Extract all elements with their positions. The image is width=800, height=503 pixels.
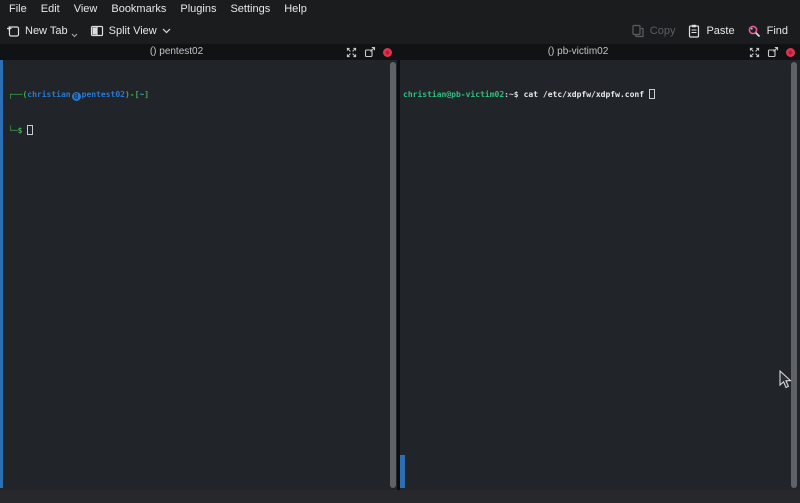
copy-label: Copy xyxy=(650,25,676,37)
window-bottom-edge xyxy=(0,490,800,503)
pane-title: () pentest02 xyxy=(0,44,353,60)
menu-file[interactable]: File xyxy=(2,0,34,18)
paste-clipboard-icon xyxy=(687,24,701,38)
magnifying-glass-icon xyxy=(747,24,762,39)
close-split-button[interactable] xyxy=(786,48,795,57)
new-output-highlight-bar xyxy=(0,60,3,488)
mouse-pointer-icon xyxy=(779,370,792,389)
menu-bookmarks[interactable]: Bookmarks xyxy=(104,0,173,18)
expand-split-icon[interactable] xyxy=(346,47,357,58)
prompt-user: christian xyxy=(27,90,70,99)
terminal-pane-pentest02[interactable]: ┌──(christian@pentest02)-[~] └─$ xyxy=(0,60,397,490)
new-tab-label: New Tab xyxy=(25,25,68,37)
menu-plugins[interactable]: Plugins xyxy=(173,0,223,18)
find-button[interactable]: Find xyxy=(741,20,794,42)
copy-icon xyxy=(631,24,645,38)
paste-button[interactable]: Paste xyxy=(681,20,740,42)
menu-bar: File Edit View Bookmarks Plugins Setting… xyxy=(0,0,800,18)
prompt-dollar: └─$ xyxy=(8,126,22,135)
copy-button[interactable]: Copy xyxy=(625,20,682,42)
typed-command: cat /etc/xdpfw/xdpfw.conf xyxy=(524,90,644,99)
split-view-label: Split View xyxy=(109,25,157,37)
pane-header-actions xyxy=(749,44,795,60)
new-output-highlight-bar xyxy=(400,455,405,488)
menu-edit[interactable]: Edit xyxy=(34,0,67,18)
terminal-text: christian@pb-victim02:~$ cat /etc/xdpfw/x… xyxy=(403,65,655,125)
terminal-pane-pb-victim02[interactable]: christian@pb-victim02:~$ cat /etc/xdpfw/x… xyxy=(400,60,800,490)
pane-header-pb-victim02[interactable]: () pb-victim02 xyxy=(400,44,800,60)
circled-at-symbol: @ xyxy=(72,92,81,101)
split-view-button[interactable]: Split View xyxy=(84,20,177,42)
toolbar-right-group: Copy Paste Find xyxy=(625,20,800,42)
scrollbar[interactable] xyxy=(390,62,396,488)
close-split-button[interactable] xyxy=(383,48,392,57)
menu-view[interactable]: View xyxy=(67,0,105,18)
terminal-split-area: ┌──(christian@pentest02)-[~] └─$ christi… xyxy=(0,60,800,490)
pane-header-actions xyxy=(346,44,392,60)
prompt-decoration: )-[ xyxy=(125,90,139,99)
new-tab-button[interactable]: New Tab xyxy=(0,20,84,42)
new-tab-icon xyxy=(6,24,20,38)
chevron-down-icon xyxy=(162,28,171,34)
paste-label: Paste xyxy=(706,25,734,37)
chevron-down-icon xyxy=(71,33,78,38)
prompt-line-1: ┌──(christian@pentest02)-[~] xyxy=(8,89,149,101)
pane-header-pentest02[interactable]: () pentest02 xyxy=(0,44,397,60)
find-label: Find xyxy=(767,25,788,37)
prompt-decoration: ┌──( xyxy=(8,90,27,99)
prompt-line: christian@pb-victim02:~$ cat /etc/xdpfw/x… xyxy=(403,89,655,101)
terminal-cursor xyxy=(649,89,655,99)
menu-help[interactable]: Help xyxy=(277,0,314,18)
prompt-line-2: └─$ xyxy=(8,125,149,137)
prompt-separator: :~$ xyxy=(504,90,518,99)
prompt-user-host: christian@pb-victim02 xyxy=(403,90,504,99)
split-view-icon xyxy=(90,24,104,38)
detach-split-icon[interactable] xyxy=(364,46,376,58)
menu-settings[interactable]: Settings xyxy=(223,0,277,18)
split-header-bar: () pentest02 () pb-victim02 xyxy=(0,44,800,60)
pane-title: () pb-victim02 xyxy=(400,44,756,60)
konsole-window: File Edit View Bookmarks Plugins Setting… xyxy=(0,0,800,503)
prompt-decoration: ] xyxy=(144,90,149,99)
main-toolbar: New Tab Split View Copy xyxy=(0,18,800,44)
terminal-cursor xyxy=(27,125,33,135)
prompt-host: pentest02 xyxy=(82,90,125,99)
expand-split-icon[interactable] xyxy=(749,47,760,58)
terminal-text: ┌──(christian@pentest02)-[~] └─$ xyxy=(8,65,149,161)
detach-split-icon[interactable] xyxy=(767,46,779,58)
scrollbar[interactable] xyxy=(791,62,797,488)
